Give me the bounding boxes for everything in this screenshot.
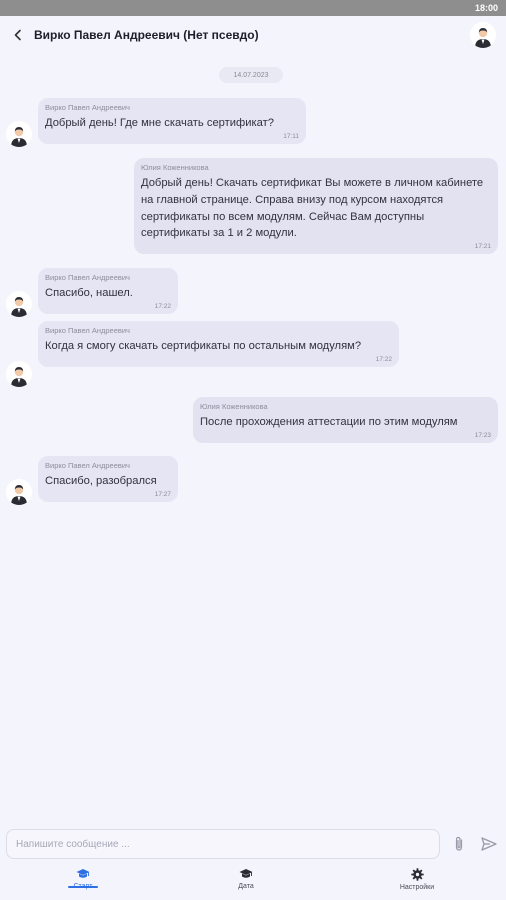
message-text: Спасибо, нашел. (45, 287, 133, 299)
message-sender: Вирко Павел Андреевич (45, 103, 130, 112)
message-time: 17:11 (283, 132, 299, 140)
paperclip-icon (455, 836, 463, 851)
attach-button[interactable] (450, 835, 468, 853)
nav-item-start[interactable]: Старт (55, 866, 111, 890)
send-button[interactable] (480, 835, 498, 853)
message-bubble[interactable]: Вирко Павел Андреевич Когда я смогу скач… (38, 321, 399, 367)
message-sender: Юлия Коженникова (141, 163, 209, 172)
message-bubble[interactable]: Вирко Павел Андреевич Спасибо, нашел. 17… (38, 268, 178, 314)
message-sender: Вирко Павел Андреевич (45, 273, 130, 282)
message-input[interactable]: Напишите сообщение ... (6, 829, 440, 859)
user-avatar-icon (6, 479, 32, 505)
message-text: Добрый день! Где мне скачать сертификат? (45, 117, 274, 129)
avatar[interactable] (470, 22, 496, 48)
message-time: 17:23 (474, 431, 491, 439)
chevron-left-icon (14, 29, 21, 41)
avatar[interactable] (6, 291, 32, 317)
message-outgoing: Юлия Коженникова После прохождения аттес… (193, 397, 498, 443)
user-avatar-icon (6, 361, 32, 387)
status-time: 18:00 (474, 3, 498, 13)
message-sender: Юлия Коженникова (200, 402, 268, 411)
message-time: 17:22 (375, 355, 392, 363)
message-sender: Вирко Павел Андреевич (45, 326, 130, 335)
bottom-navigation: Старт Дата Настройки (0, 866, 506, 900)
message-time: 17:27 (154, 490, 171, 498)
graduation-cap-icon (239, 869, 253, 878)
message-bubble[interactable]: Юлия Коженникова После прохождения аттес… (193, 397, 498, 443)
message-bubble[interactable]: Юлия Коженникова Добрый день! Скачать се… (134, 158, 498, 255)
chat-header: Вирко Павел Андреевич (Нет псевдо) (0, 16, 506, 54)
message-time: 17:22 (154, 302, 171, 310)
message-composer: Напишите сообщение ... (0, 826, 506, 864)
nav-item-date[interactable]: Дата (218, 866, 274, 890)
send-icon (481, 837, 497, 851)
active-tab-indicator (68, 886, 98, 888)
gear-icon (410, 868, 424, 881)
message-text: Добрый день! Скачать сертификат Вы может… (141, 177, 484, 240)
status-bar: 18:00 (0, 0, 506, 16)
user-avatar-icon (6, 121, 32, 147)
user-avatar-icon (470, 22, 496, 48)
nav-label: Дата (238, 883, 254, 890)
avatar[interactable] (6, 121, 32, 147)
avatar[interactable] (6, 361, 32, 387)
nav-label: Настройки (399, 884, 435, 891)
chat-title: Вирко Павел Андреевич (Нет псевдо) (34, 28, 259, 42)
message-text: Когда я смогу скачать сертификаты по ост… (45, 340, 362, 352)
date-separator: 14.07.2023 (219, 67, 283, 83)
graduation-cap-icon (76, 869, 90, 878)
nav-item-settings[interactable]: Настройки (385, 866, 449, 891)
message-sender: Вирко Павел Андреевич (45, 461, 130, 470)
back-button[interactable] (4, 21, 32, 49)
message-bubble[interactable]: Вирко Павел Андреевич Добрый день! Где м… (38, 98, 306, 144)
user-avatar-icon (6, 291, 32, 317)
message-outgoing: Юлия Коженникова Добрый день! Скачать се… (134, 158, 498, 255)
message-text: После прохождения аттестации по этим мод… (200, 416, 458, 428)
message-text: Спасибо, разобрался (45, 475, 157, 487)
message-time: 17:21 (474, 243, 491, 251)
message-bubble[interactable]: Вирко Павел Андреевич Спасибо, разобралс… (38, 456, 178, 502)
avatar[interactable] (6, 479, 32, 505)
